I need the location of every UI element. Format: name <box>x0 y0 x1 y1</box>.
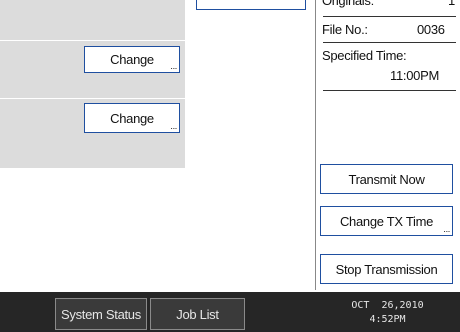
row-divider <box>0 40 185 41</box>
info-divider <box>323 42 456 43</box>
originals-label: Originals: <box>322 0 374 8</box>
system-status-label: System Status <box>61 306 141 322</box>
file-no-value: 0036 <box>417 22 445 37</box>
change-button-label: Change <box>110 52 154 67</box>
job-list-button[interactable]: Job List <box>150 298 245 330</box>
job-list-label: Job List <box>176 306 219 322</box>
stop-transmission-button[interactable]: Stop Transmission <box>320 254 453 284</box>
job-info-panel <box>315 0 460 290</box>
ellipsis-icon: ... <box>443 224 450 234</box>
info-divider <box>323 90 456 91</box>
ellipsis-icon: ... <box>170 121 177 131</box>
row-divider <box>0 98 185 99</box>
date-text: OCT 26,2010 <box>351 300 424 311</box>
change-button-2[interactable]: Change ... <box>84 103 180 133</box>
cut-off-button[interactable] <box>196 0 306 10</box>
change-button-label: Change <box>110 110 154 126</box>
time-text: 4:52PM <box>369 314 406 325</box>
stop-transmission-label: Stop Transmission <box>335 261 438 277</box>
specified-time-label: Specified Time: <box>322 48 407 63</box>
system-status-button[interactable]: System Status <box>55 298 147 330</box>
change-tx-time-label: Change TX Time <box>339 213 434 229</box>
transmit-now-label: Transmit Now <box>348 171 425 187</box>
originals-value: 1 <box>448 0 455 8</box>
date-time-display: OCT 26,2010 4:52PM <box>330 299 445 327</box>
settings-panel <box>0 0 185 168</box>
specified-time-value: 11:00PM <box>390 68 439 83</box>
change-tx-time-button[interactable]: Change TX Time ... <box>320 206 453 236</box>
ellipsis-icon: ... <box>170 61 177 71</box>
transmit-now-button[interactable]: Transmit Now <box>320 164 453 194</box>
file-no-label: File No.: <box>322 22 368 37</box>
change-button-1[interactable]: Change ... <box>84 46 180 73</box>
fax-job-screen: Change ... Change ... Originals: 1 File … <box>0 0 460 332</box>
info-divider <box>323 16 456 17</box>
